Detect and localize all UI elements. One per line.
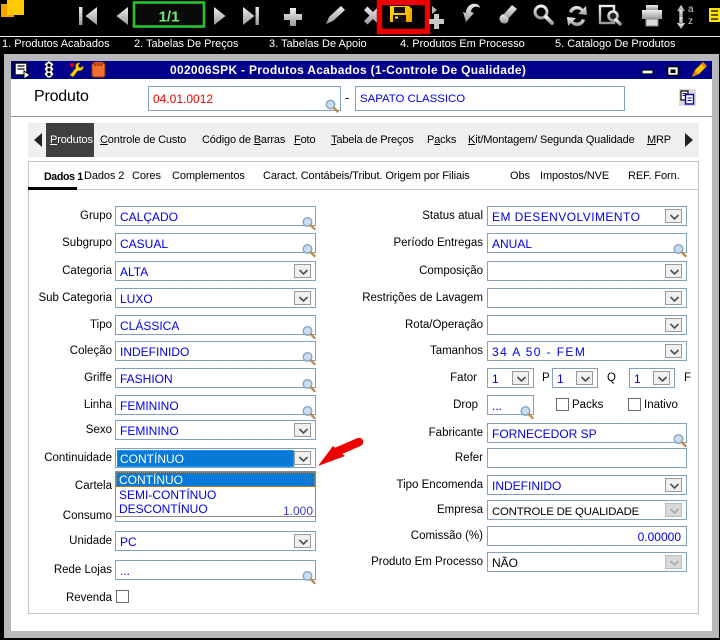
svg-text:1/1: 1/1 <box>159 9 180 26</box>
svg-text:a: a <box>688 4 694 15</box>
svg-text:z: z <box>688 16 693 27</box>
